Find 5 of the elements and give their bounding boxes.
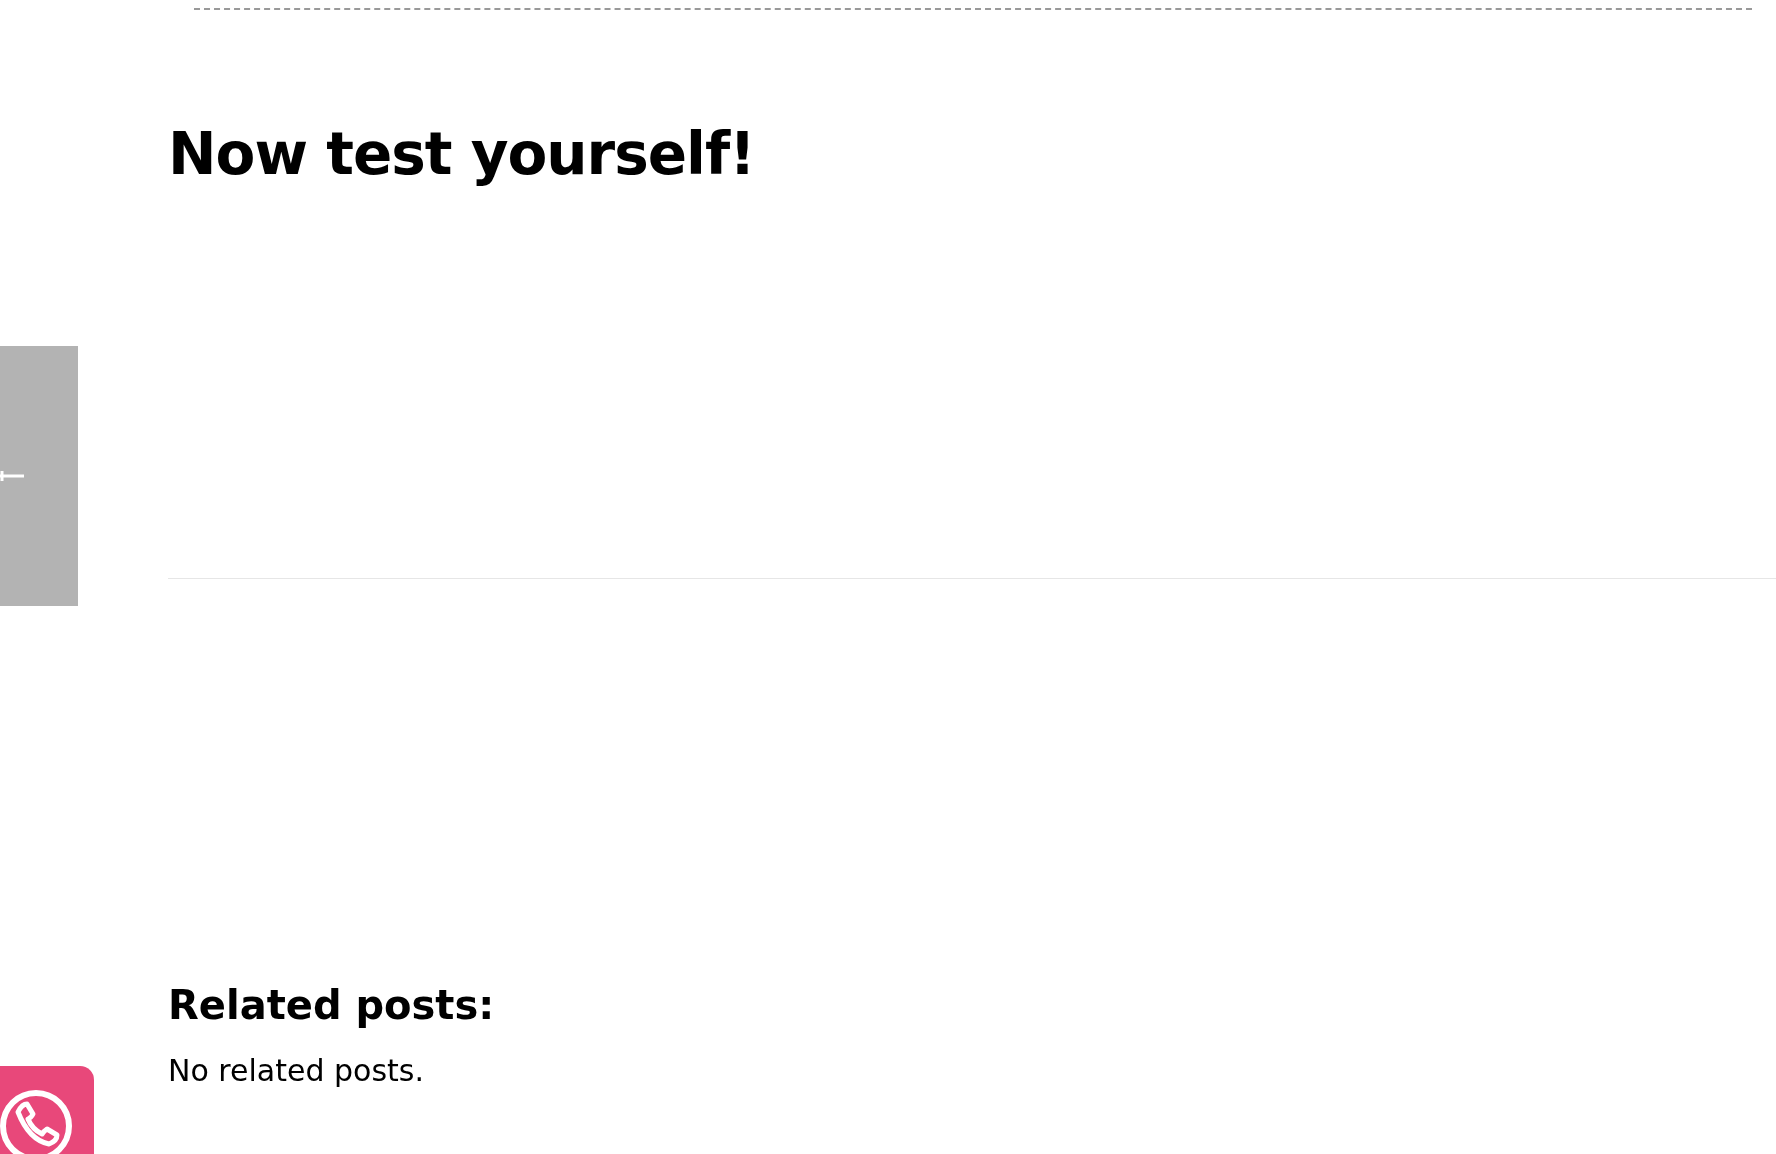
related-posts-heading: Related posts: bbox=[168, 981, 496, 1030]
phone-chat-button[interactable] bbox=[0, 1066, 94, 1154]
section-heading: Now test yourself! bbox=[168, 119, 756, 190]
related-posts-text: No related posts. bbox=[168, 1052, 425, 1090]
arrow-icon bbox=[0, 469, 24, 483]
